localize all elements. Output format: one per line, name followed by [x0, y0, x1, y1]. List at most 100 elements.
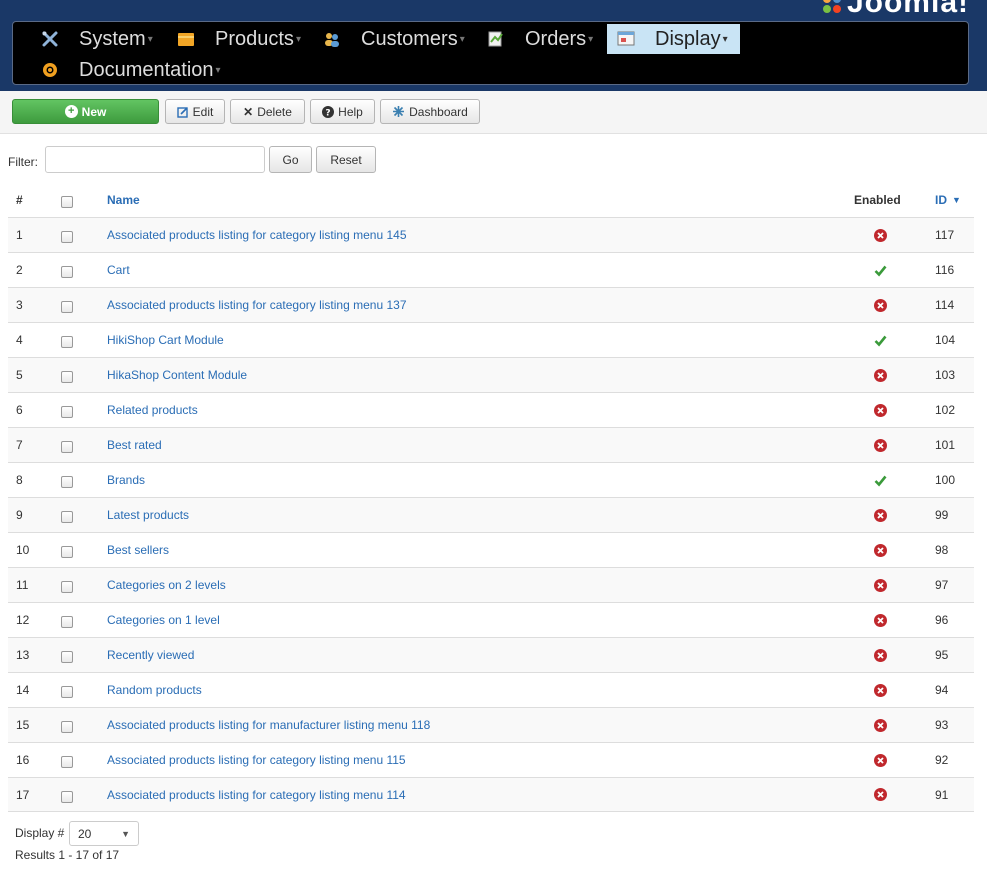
brand-name: Joomla!	[846, 0, 969, 19]
row-name-link[interactable]: Related products	[107, 393, 198, 427]
row-number: 17	[16, 787, 30, 802]
checkbox-icon	[61, 511, 73, 523]
row-checkbox[interactable]	[61, 358, 73, 392]
menu-system-label: System	[79, 27, 146, 50]
plus-circle-icon: +	[64, 105, 78, 118]
row-name-link[interactable]: Categories on 1 level	[107, 603, 220, 637]
enabled-status-toggle[interactable]	[874, 463, 887, 497]
row-checkbox[interactable]	[61, 288, 73, 322]
disabled-status-toggle[interactable]	[874, 533, 887, 567]
joomla-logo[interactable]: Joomla!	[821, 0, 969, 20]
row-name-link[interactable]: Associated products listing for manufact…	[107, 708, 430, 742]
row-checkbox[interactable]	[61, 603, 73, 637]
row-name-link[interactable]: HikaShop Content Module	[107, 358, 247, 392]
row-name-link[interactable]: Cart	[107, 253, 130, 287]
row-name-link[interactable]: Best rated	[107, 428, 162, 462]
row-id: 101	[935, 438, 956, 452]
row-id: 114	[935, 298, 955, 312]
checkbox-icon	[61, 266, 73, 278]
dashboard-button-label: Dashboard	[409, 104, 468, 119]
x-circle-icon	[874, 438, 887, 452]
enabled-status-toggle[interactable]	[874, 253, 887, 287]
menu-display[interactable]: Display ▾	[607, 24, 740, 54]
menu-orders[interactable]: Orders ▾	[487, 24, 593, 54]
disabled-status-toggle[interactable]	[874, 393, 887, 427]
row-name-link[interactable]: Best sellers	[107, 533, 169, 567]
row-checkbox[interactable]	[61, 323, 73, 357]
menu-products[interactable]: Products ▾	[177, 24, 301, 54]
row-checkbox[interactable]	[61, 428, 73, 462]
disabled-status-toggle[interactable]	[874, 638, 887, 672]
checkbox-icon	[61, 196, 73, 208]
disabled-status-toggle[interactable]	[874, 778, 887, 811]
row-checkbox[interactable]	[61, 638, 73, 672]
menu-system[interactable]: System ▾	[41, 24, 153, 54]
table-row: 2 Cart 116	[8, 252, 974, 287]
disabled-status-toggle[interactable]	[874, 288, 887, 322]
disabled-status-toggle[interactable]	[874, 218, 887, 252]
row-checkbox[interactable]	[61, 743, 73, 777]
row-name-link[interactable]: Brands	[107, 463, 145, 497]
display-count-select[interactable]: 20 ▼	[69, 821, 139, 846]
dashboard-button[interactable]: Dashboard	[380, 99, 480, 124]
row-number: 1	[16, 228, 23, 242]
row-checkbox[interactable]	[61, 498, 73, 532]
filter-input[interactable]	[45, 146, 265, 173]
row-checkbox[interactable]	[61, 708, 73, 742]
go-button[interactable]: Go	[269, 146, 312, 173]
disabled-status-toggle[interactable]	[874, 673, 887, 707]
checkbox-icon	[61, 476, 73, 488]
menu-customers[interactable]: Customers ▾	[323, 24, 465, 54]
check-icon	[874, 475, 887, 486]
menu-display-label: Display	[655, 27, 721, 50]
row-name-link[interactable]: Associated products listing for category…	[107, 743, 406, 777]
row-name-link[interactable]: Recently viewed	[107, 638, 194, 672]
row-number: 3	[16, 298, 23, 312]
checkbox-icon	[61, 231, 73, 243]
disabled-status-toggle[interactable]	[874, 603, 887, 637]
row-checkbox[interactable]	[61, 218, 73, 252]
row-checkbox[interactable]	[61, 253, 73, 287]
disabled-status-toggle[interactable]	[874, 568, 887, 602]
row-name-link[interactable]: Associated products listing for category…	[107, 288, 407, 322]
disabled-status-toggle[interactable]	[874, 708, 887, 742]
toolbar: + New Edit ✕ Delete ? Help Dashboard	[0, 91, 987, 134]
help-button[interactable]: ? Help	[310, 99, 375, 124]
table-row: 13 Recently viewed 95	[8, 637, 974, 672]
select-all-checkbox[interactable]	[61, 183, 73, 217]
header-id[interactable]: ID ▼	[935, 183, 961, 217]
admin-header: Joomla! System▾ Products▾ Customers▾	[0, 0, 987, 91]
row-name-link[interactable]: Latest products	[107, 498, 189, 532]
delete-button[interactable]: ✕ Delete	[230, 99, 305, 124]
svg-text:?: ?	[326, 108, 331, 118]
row-checkbox[interactable]	[61, 393, 73, 427]
checkbox-icon	[61, 406, 73, 418]
reset-button[interactable]: Reset	[316, 146, 376, 173]
row-checkbox[interactable]	[61, 673, 73, 707]
disabled-status-toggle[interactable]	[874, 428, 887, 462]
modules-table: # Name Enabled ID ▼ 1 Associated products…	[8, 183, 974, 812]
results-count: Results 1 - 17 of 17	[15, 848, 120, 862]
row-id: 117	[935, 228, 955, 242]
disabled-status-toggle[interactable]	[874, 743, 887, 777]
row-checkbox[interactable]	[61, 778, 73, 811]
enabled-status-toggle[interactable]	[874, 323, 887, 357]
row-name-link[interactable]: HikiShop Cart Module	[107, 323, 224, 357]
row-checkbox[interactable]	[61, 463, 73, 497]
row-name-link[interactable]: Random products	[107, 673, 202, 707]
row-id: 102	[935, 403, 956, 417]
disabled-status-toggle[interactable]	[874, 498, 887, 532]
row-checkbox[interactable]	[61, 533, 73, 567]
menu-documentation[interactable]: Documentation ▾	[41, 55, 221, 85]
close-icon: ✕	[243, 104, 254, 119]
new-button[interactable]: + New	[12, 99, 159, 124]
table-row: 9 Latest products 99	[8, 497, 974, 532]
row-checkbox[interactable]	[61, 568, 73, 602]
row-name-link[interactable]: Associated products listing for category…	[107, 218, 407, 252]
disabled-status-toggle[interactable]	[874, 358, 887, 392]
edit-button[interactable]: Edit	[165, 99, 225, 124]
header-name[interactable]: Name	[107, 183, 140, 217]
row-name-link[interactable]: Associated products listing for category…	[107, 778, 406, 811]
checkbox-icon	[61, 790, 73, 803]
row-name-link[interactable]: Categories on 2 levels	[107, 568, 226, 602]
